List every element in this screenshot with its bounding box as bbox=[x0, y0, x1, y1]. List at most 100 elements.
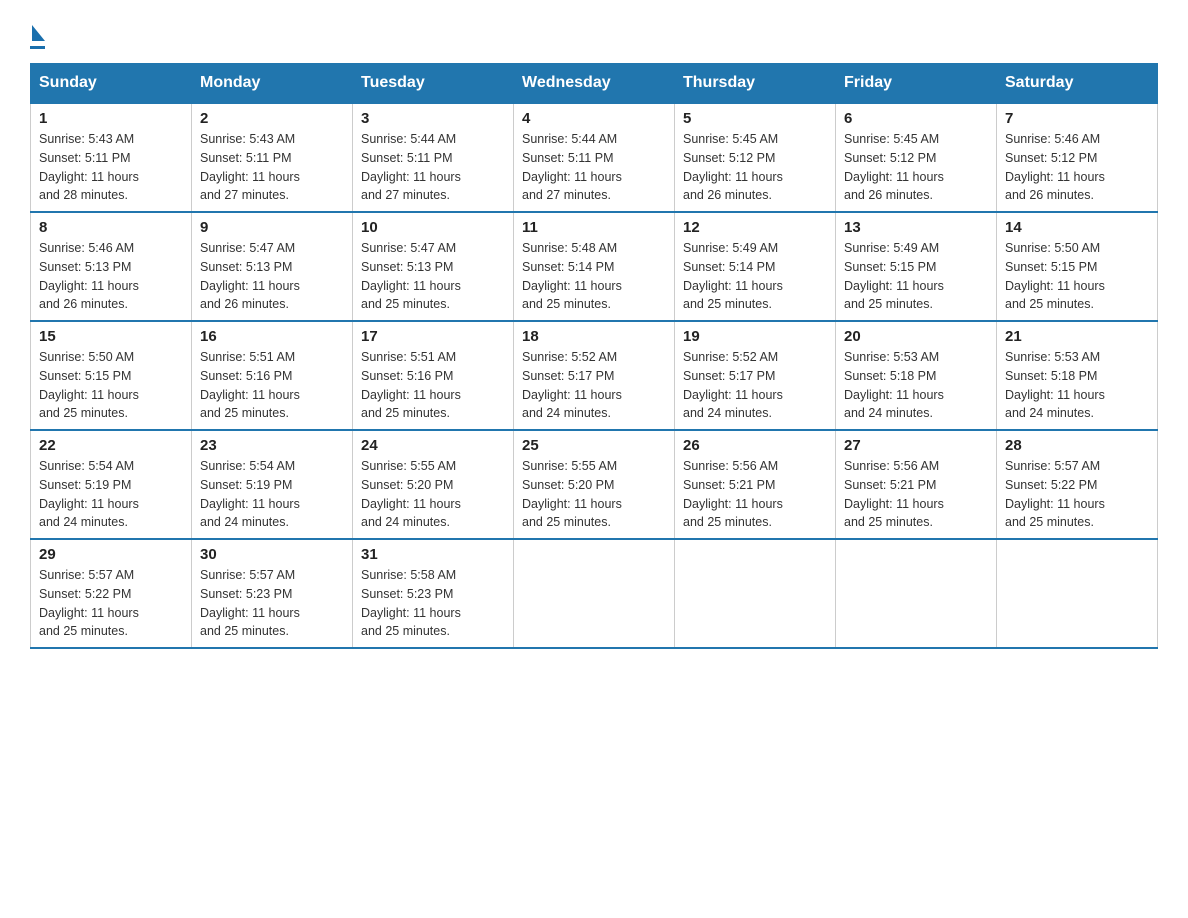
day-number: 18 bbox=[522, 328, 666, 345]
day-number: 29 bbox=[39, 546, 183, 563]
day-info: Sunrise: 5:57 AMSunset: 5:22 PMDaylight:… bbox=[1005, 457, 1149, 532]
calendar-cell: 24 Sunrise: 5:55 AMSunset: 5:20 PMDayligh… bbox=[353, 430, 514, 539]
calendar-cell: 23 Sunrise: 5:54 AMSunset: 5:19 PMDayligh… bbox=[192, 430, 353, 539]
calendar-cell bbox=[997, 539, 1158, 648]
calendar-cell: 25 Sunrise: 5:55 AMSunset: 5:20 PMDayligh… bbox=[514, 430, 675, 539]
calendar-cell: 16 Sunrise: 5:51 AMSunset: 5:16 PMDayligh… bbox=[192, 321, 353, 430]
calendar-cell: 26Sunrise: 5:56 AMSunset: 5:21 PMDayligh… bbox=[675, 430, 836, 539]
calendar-week-2: 8 Sunrise: 5:46 AMSunset: 5:13 PMDaylight… bbox=[31, 212, 1158, 321]
calendar-cell: 6 Sunrise: 5:45 AMSunset: 5:12 PMDaylight… bbox=[836, 103, 997, 212]
calendar-cell: 10 Sunrise: 5:47 AMSunset: 5:13 PMDayligh… bbox=[353, 212, 514, 321]
header-row: SundayMondayTuesdayWednesdayThursdayFrid… bbox=[31, 64, 1158, 104]
day-info: Sunrise: 5:54 AMSunset: 5:19 PMDaylight:… bbox=[200, 457, 344, 532]
calendar-cell: 22 Sunrise: 5:54 AMSunset: 5:19 PMDayligh… bbox=[31, 430, 192, 539]
day-number: 11 bbox=[522, 219, 666, 236]
day-info: Sunrise: 5:50 AMSunset: 5:15 PMDaylight:… bbox=[39, 348, 183, 423]
logo bbox=[30, 20, 45, 49]
day-header-monday: Monday bbox=[192, 64, 353, 104]
page-header bbox=[30, 20, 1158, 49]
day-number: 23 bbox=[200, 437, 344, 454]
day-number: 7 bbox=[1005, 110, 1149, 127]
day-number: 27 bbox=[844, 437, 988, 454]
day-number: 16 bbox=[200, 328, 344, 345]
calendar-cell: 9Sunrise: 5:47 AMSunset: 5:13 PMDaylight… bbox=[192, 212, 353, 321]
day-number: 19 bbox=[683, 328, 827, 345]
calendar-cell: 21Sunrise: 5:53 AMSunset: 5:18 PMDayligh… bbox=[997, 321, 1158, 430]
day-number: 8 bbox=[39, 219, 183, 236]
day-header-wednesday: Wednesday bbox=[514, 64, 675, 104]
day-number: 20 bbox=[844, 328, 988, 345]
day-number: 31 bbox=[361, 546, 505, 563]
day-number: 13 bbox=[844, 219, 988, 236]
day-header-thursday: Thursday bbox=[675, 64, 836, 104]
calendar-cell: 20 Sunrise: 5:53 AMSunset: 5:18 PMDayligh… bbox=[836, 321, 997, 430]
calendar-cell: 18 Sunrise: 5:52 AMSunset: 5:17 PMDayligh… bbox=[514, 321, 675, 430]
day-info: Sunrise: 5:53 AMSunset: 5:18 PMDaylight:… bbox=[844, 348, 988, 423]
day-info: Sunrise: 5:55 AMSunset: 5:20 PMDaylight:… bbox=[361, 457, 505, 532]
day-info: Sunrise: 5:45 AMSunset: 5:12 PMDaylight:… bbox=[683, 130, 827, 205]
calendar-week-4: 22 Sunrise: 5:54 AMSunset: 5:19 PMDayligh… bbox=[31, 430, 1158, 539]
day-info: Sunrise: 5:51 AMSunset: 5:16 PMDaylight:… bbox=[200, 348, 344, 423]
calendar-cell: 14Sunrise: 5:50 AMSunset: 5:15 PMDayligh… bbox=[997, 212, 1158, 321]
day-number: 9 bbox=[200, 219, 344, 236]
day-number: 17 bbox=[361, 328, 505, 345]
day-header-tuesday: Tuesday bbox=[353, 64, 514, 104]
calendar-cell: 15Sunrise: 5:50 AMSunset: 5:15 PMDayligh… bbox=[31, 321, 192, 430]
calendar-cell: 29 Sunrise: 5:57 AMSunset: 5:22 PMDayligh… bbox=[31, 539, 192, 648]
calendar-week-3: 15Sunrise: 5:50 AMSunset: 5:15 PMDayligh… bbox=[31, 321, 1158, 430]
day-info: Sunrise: 5:47 AMSunset: 5:13 PMDaylight:… bbox=[361, 239, 505, 314]
calendar-cell: 13 Sunrise: 5:49 AMSunset: 5:15 PMDayligh… bbox=[836, 212, 997, 321]
logo-arrow-icon bbox=[32, 25, 45, 41]
calendar-cell: 31 Sunrise: 5:58 AMSunset: 5:23 PMDayligh… bbox=[353, 539, 514, 648]
day-number: 4 bbox=[522, 110, 666, 127]
calendar-table: SundayMondayTuesdayWednesdayThursdayFrid… bbox=[30, 63, 1158, 649]
calendar-cell: 1 Sunrise: 5:43 AMSunset: 5:11 PMDaylight… bbox=[31, 103, 192, 212]
day-info: Sunrise: 5:49 AMSunset: 5:14 PMDaylight:… bbox=[683, 239, 827, 314]
day-info: Sunrise: 5:51 AMSunset: 5:16 PMDaylight:… bbox=[361, 348, 505, 423]
calendar-cell: 3Sunrise: 5:44 AMSunset: 5:11 PMDaylight… bbox=[353, 103, 514, 212]
day-header-sunday: Sunday bbox=[31, 64, 192, 104]
calendar-cell: 19Sunrise: 5:52 AMSunset: 5:17 PMDayligh… bbox=[675, 321, 836, 430]
day-info: Sunrise: 5:58 AMSunset: 5:23 PMDaylight:… bbox=[361, 566, 505, 641]
day-info: Sunrise: 5:57 AMSunset: 5:22 PMDaylight:… bbox=[39, 566, 183, 641]
calendar-cell: 11 Sunrise: 5:48 AMSunset: 5:14 PMDayligh… bbox=[514, 212, 675, 321]
calendar-cell bbox=[514, 539, 675, 648]
day-number: 25 bbox=[522, 437, 666, 454]
day-number: 22 bbox=[39, 437, 183, 454]
calendar-cell: 4 Sunrise: 5:44 AMSunset: 5:11 PMDaylight… bbox=[514, 103, 675, 212]
day-info: Sunrise: 5:53 AMSunset: 5:18 PMDaylight:… bbox=[1005, 348, 1149, 423]
calendar-cell: 5 Sunrise: 5:45 AMSunset: 5:12 PMDaylight… bbox=[675, 103, 836, 212]
calendar-cell: 8 Sunrise: 5:46 AMSunset: 5:13 PMDaylight… bbox=[31, 212, 192, 321]
calendar-cell bbox=[675, 539, 836, 648]
day-info: Sunrise: 5:57 AMSunset: 5:23 PMDaylight:… bbox=[200, 566, 344, 641]
calendar-week-5: 29 Sunrise: 5:57 AMSunset: 5:22 PMDayligh… bbox=[31, 539, 1158, 648]
day-number: 1 bbox=[39, 110, 183, 127]
day-info: Sunrise: 5:45 AMSunset: 5:12 PMDaylight:… bbox=[844, 130, 988, 205]
calendar-cell: 30Sunrise: 5:57 AMSunset: 5:23 PMDayligh… bbox=[192, 539, 353, 648]
day-info: Sunrise: 5:46 AMSunset: 5:12 PMDaylight:… bbox=[1005, 130, 1149, 205]
day-number: 28 bbox=[1005, 437, 1149, 454]
day-info: Sunrise: 5:43 AMSunset: 5:11 PMDaylight:… bbox=[39, 130, 183, 205]
day-info: Sunrise: 5:52 AMSunset: 5:17 PMDaylight:… bbox=[522, 348, 666, 423]
day-info: Sunrise: 5:44 AMSunset: 5:11 PMDaylight:… bbox=[522, 130, 666, 205]
calendar-cell: 17 Sunrise: 5:51 AMSunset: 5:16 PMDayligh… bbox=[353, 321, 514, 430]
day-info: Sunrise: 5:49 AMSunset: 5:15 PMDaylight:… bbox=[844, 239, 988, 314]
calendar-cell: 7 Sunrise: 5:46 AMSunset: 5:12 PMDaylight… bbox=[997, 103, 1158, 212]
day-number: 10 bbox=[361, 219, 505, 236]
day-info: Sunrise: 5:50 AMSunset: 5:15 PMDaylight:… bbox=[1005, 239, 1149, 314]
day-info: Sunrise: 5:48 AMSunset: 5:14 PMDaylight:… bbox=[522, 239, 666, 314]
day-header-saturday: Saturday bbox=[997, 64, 1158, 104]
day-number: 5 bbox=[683, 110, 827, 127]
day-number: 6 bbox=[844, 110, 988, 127]
day-info: Sunrise: 5:55 AMSunset: 5:20 PMDaylight:… bbox=[522, 457, 666, 532]
day-number: 12 bbox=[683, 219, 827, 236]
day-info: Sunrise: 5:43 AMSunset: 5:11 PMDaylight:… bbox=[200, 130, 344, 205]
day-info: Sunrise: 5:54 AMSunset: 5:19 PMDaylight:… bbox=[39, 457, 183, 532]
calendar-week-1: 1 Sunrise: 5:43 AMSunset: 5:11 PMDaylight… bbox=[31, 103, 1158, 212]
calendar-cell: 28 Sunrise: 5:57 AMSunset: 5:22 PMDayligh… bbox=[997, 430, 1158, 539]
day-number: 24 bbox=[361, 437, 505, 454]
day-info: Sunrise: 5:46 AMSunset: 5:13 PMDaylight:… bbox=[39, 239, 183, 314]
calendar-cell: 2 Sunrise: 5:43 AMSunset: 5:11 PMDaylight… bbox=[192, 103, 353, 212]
day-info: Sunrise: 5:56 AMSunset: 5:21 PMDaylight:… bbox=[683, 457, 827, 532]
day-number: 2 bbox=[200, 110, 344, 127]
